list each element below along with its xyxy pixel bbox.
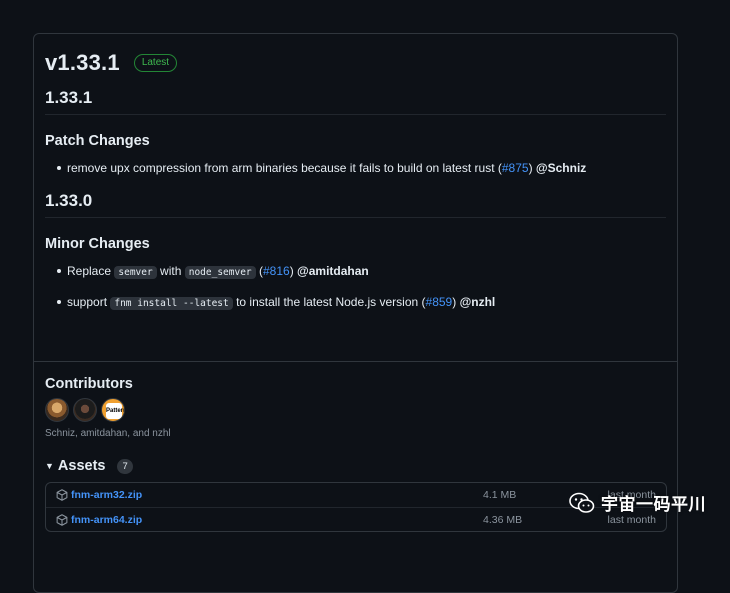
release-version[interactable]: v1.33.1 — [45, 50, 120, 76]
avatar-nzhl-text: Pattern — [106, 403, 124, 419]
contributors-section: Contributors Pattern Schniz, amitdahan, … — [45, 376, 667, 439]
assets-heading: Assets — [57, 458, 106, 474]
avatar-amitdahan[interactable] — [73, 398, 97, 422]
caret-down-icon: ▼ — [45, 461, 54, 471]
code-semver: semver — [114, 266, 157, 279]
list-item: Replace semver with node_semver (#816) @… — [55, 262, 666, 282]
latest-badge: Latest — [133, 54, 178, 72]
patch-changes-list: remove upx compression from arm binaries… — [55, 159, 666, 177]
section-heading-1330: 1.33.0 — [45, 191, 666, 218]
asset-size: 4.36 MB — [483, 513, 523, 526]
watermark-text: 宇宙一码平川 — [601, 495, 706, 514]
patch-changes-heading: Patch Changes — [45, 133, 150, 149]
contributors-heading: Contributors — [45, 376, 133, 392]
mention-schniz[interactable]: @Schniz — [536, 161, 586, 175]
pr-link-816[interactable]: #816 — [263, 264, 290, 278]
code-fnm-install-latest: fnm install --latest — [110, 297, 233, 310]
avatar-list: Pattern — [45, 398, 667, 422]
assets-count-badge: 7 — [117, 458, 133, 474]
package-icon — [56, 513, 68, 526]
avatar-nzhl[interactable]: Pattern — [101, 398, 125, 422]
wechat-icon — [569, 492, 595, 513]
pr-link-875[interactable]: #875 — [502, 161, 529, 175]
contributors-names: Schniz, amitdahan, and nzhl — [45, 428, 171, 439]
release-body: v1.33.1 Latest 1.33.1 Patch Changes remo… — [34, 34, 677, 361]
mention-nzhl[interactable]: @nzhl — [460, 295, 496, 309]
minor-changes-list: Replace semver with node_semver (#816) @… — [55, 262, 666, 313]
list-item: remove upx compression from arm binaries… — [55, 159, 666, 177]
assets-toggle[interactable]: ▼ Assets 7 — [45, 458, 667, 474]
package-icon — [56, 489, 68, 501]
asset-date: last month — [607, 513, 656, 526]
minor-changes-heading: Minor Changes — [45, 236, 150, 252]
avatar-schniz[interactable] — [45, 398, 69, 422]
watermark: 宇宙一码平川 — [569, 490, 706, 515]
section-divider — [34, 361, 677, 362]
code-node-semver: node_semver — [184, 266, 256, 279]
list-item: support fnm install --latest to install … — [55, 293, 666, 313]
release-title-row: v1.33.1 Latest — [45, 48, 666, 78]
pr-link-859[interactable]: #859 — [426, 295, 453, 309]
mention-amitdahan[interactable]: @amitdahan — [297, 264, 369, 278]
asset-link-fnm-arm64[interactable]: fnm-arm64.zip — [71, 514, 483, 526]
section-heading-1331: 1.33.1 — [45, 88, 666, 115]
asset-link-fnm-arm32[interactable]: fnm-arm32.zip — [71, 489, 483, 501]
